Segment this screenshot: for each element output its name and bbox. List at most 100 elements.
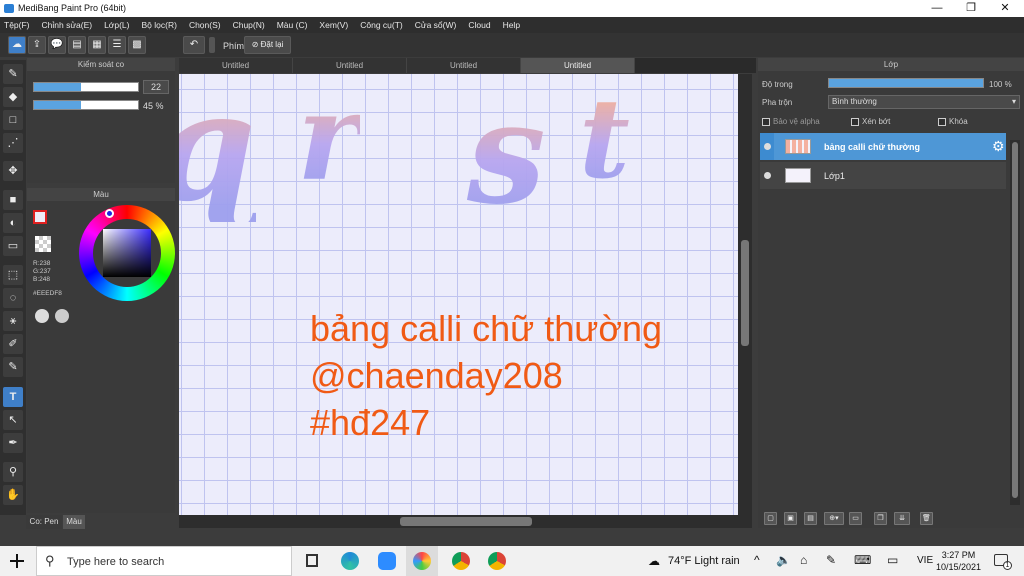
windows-start-icon[interactable] [10,554,24,568]
foreground-color-swatch[interactable] [33,210,47,224]
palette-add-icon[interactable] [55,309,69,323]
fill-rect-icon[interactable]: ■ [3,190,23,210]
saturation-square[interactable] [103,229,151,277]
select-pen-icon[interactable]: ✐ [3,334,23,354]
menu-view[interactable]: Xem(V) [319,20,348,30]
menu-file[interactable]: Tệp(F) [4,20,30,30]
transparent-swatch[interactable] [35,236,51,252]
opacity-slider[interactable] [33,100,139,110]
doc-tab-4[interactable]: Untitled [521,58,635,73]
new-halftone-layer-icon[interactable]: ▣ [784,512,797,525]
text-tool-icon[interactable]: T [3,387,23,407]
layer-opacity-slider[interactable] [828,78,984,88]
share-icon[interactable]: ⇪ [28,36,46,54]
size-value[interactable]: 22 [143,80,169,94]
cloud-icon[interactable]: ☁ [8,36,26,54]
task-view-icon[interactable] [306,554,318,567]
palette-icon[interactable] [35,309,49,323]
menu-window[interactable]: Cửa sổ(W) [415,20,457,30]
reset-button[interactable]: ⊘ Đặt lại [244,36,291,54]
keyboard-icon[interactable]: ⌨ [854,553,871,567]
hand-icon[interactable]: ✋ [3,485,23,505]
list-icon[interactable]: ☰ [108,36,126,54]
undo-icon[interactable]: ↶ [183,36,205,54]
layer-scrollbar[interactable] [1010,140,1020,505]
menu-layer[interactable]: Lớp(L) [104,20,129,30]
bucket-icon[interactable]: ◐ [3,213,23,233]
chat-icon[interactable]: ▤ [68,36,86,54]
magic-wand-icon[interactable]: ⚹ [3,311,23,331]
search-box[interactable]: ⚲ Type here to search [36,546,292,576]
menu-edit[interactable]: Chỉnh sửa(E) [42,20,93,30]
visibility-icon[interactable] [764,143,771,150]
select-icon[interactable]: ⬚ [3,265,23,285]
doc-tab-3[interactable]: Untitled [407,58,521,73]
medibang-taskbar-item[interactable] [406,546,438,576]
menu-capture[interactable]: Chụp(N) [233,20,265,30]
folder-icon[interactable]: ▭ [849,512,862,525]
hue-wheel[interactable] [79,205,175,301]
tab-color[interactable]: Màu [63,515,85,529]
menu-cloud[interactable]: Cloud [468,20,490,30]
weather-icon[interactable]: ☁ [648,554,660,568]
eyedropper-icon[interactable]: ⚲ [3,462,23,482]
horizontal-scroll-thumb[interactable] [400,517,532,526]
vertical-scroll-thumb[interactable] [741,240,749,346]
clock[interactable]: 3:27 PM 10/15/2021 [936,549,981,573]
edge-icon[interactable] [341,552,359,570]
brush-icon[interactable]: ✎ [3,64,23,84]
rect-select-icon[interactable]: □ [3,110,23,130]
new-layer-icon[interactable]: ▢ [764,512,777,525]
menu-select[interactable]: Chọn(S) [189,20,221,30]
new-8bit-layer-icon[interactable]: ▤ [804,512,817,525]
chevron-up-icon[interactable]: ^ [754,553,760,567]
comment-icon[interactable]: 💬 [48,36,66,54]
lasso-icon[interactable]: ◌ [3,288,23,308]
grid-icon[interactable]: ▩ [128,36,146,54]
doc-tab-2[interactable]: Untitled [293,58,407,73]
chrome-icon[interactable] [452,552,470,570]
tab-pen[interactable]: Co: Pen [26,515,62,529]
pen-tray-icon[interactable]: ✎ [826,553,836,567]
operation-icon[interactable]: ↖ [3,410,23,430]
select-eraser-icon[interactable]: ✎ [3,357,23,377]
layer-row-2[interactable]: Lớp1 [760,162,1006,189]
delete-layer-icon[interactable]: 🗑 [920,512,933,525]
visibility-icon[interactable] [764,172,771,179]
menu-tools[interactable]: Công cụ(T) [360,20,403,30]
page-icon[interactable]: ▦ [88,36,106,54]
menu-filter[interactable]: Bộ lọc(R) [142,20,177,30]
add-layer-menu-icon[interactable]: ⊕▾ [824,512,844,525]
close-button[interactable]: ✕ [988,0,1022,17]
maximize-button[interactable]: ❐ [954,0,988,17]
layer-scroll-thumb[interactable] [1012,142,1018,498]
network-icon[interactable]: ⌂ [800,553,807,567]
minimize-button[interactable]: — [920,0,954,17]
lock-checkbox[interactable]: Khóa [938,117,968,126]
layer-row-1[interactable]: bảng calli chữ thường ⚙ [760,133,1006,160]
zoom-icon[interactable] [378,552,396,570]
weather-text[interactable]: 74°F Light rain [668,555,740,567]
dot-icon[interactable]: ⋰ [3,133,23,153]
canvas[interactable]: ɋ r s t bảng calli chữ thường @chaenday2… [179,74,738,515]
eraser-icon[interactable]: ◆ [3,87,23,107]
menu-color[interactable]: Màu (C) [277,20,308,30]
horizontal-scrollbar[interactable] [179,515,752,528]
hue-handle[interactable] [105,209,114,218]
volume-icon[interactable]: 🔈 [776,553,791,567]
protect-alpha-checkbox[interactable]: Bảo vệ alpha [762,117,820,126]
pen-icon[interactable]: ✒ [3,433,23,453]
clip-checkbox[interactable]: Xén bớt [851,117,890,126]
monitor-icon[interactable]: ▭ [887,553,898,567]
chrome-icon-2[interactable] [488,552,506,570]
menu-help[interactable]: Help [503,20,520,30]
language-indicator[interactable]: VIE [917,555,933,566]
gear-icon[interactable]: ⚙ [992,138,1005,155]
vertical-scrollbar[interactable] [738,74,752,515]
gradient-icon[interactable]: ▭ [3,236,23,256]
doc-tab-1[interactable]: Untitled [179,58,293,73]
move-icon[interactable]: ✥ [3,161,23,181]
blend-mode-select[interactable]: Bình thường ▾ [828,95,1020,109]
duplicate-layer-icon[interactable]: ❐ [874,512,887,525]
size-slider[interactable] [33,82,139,92]
